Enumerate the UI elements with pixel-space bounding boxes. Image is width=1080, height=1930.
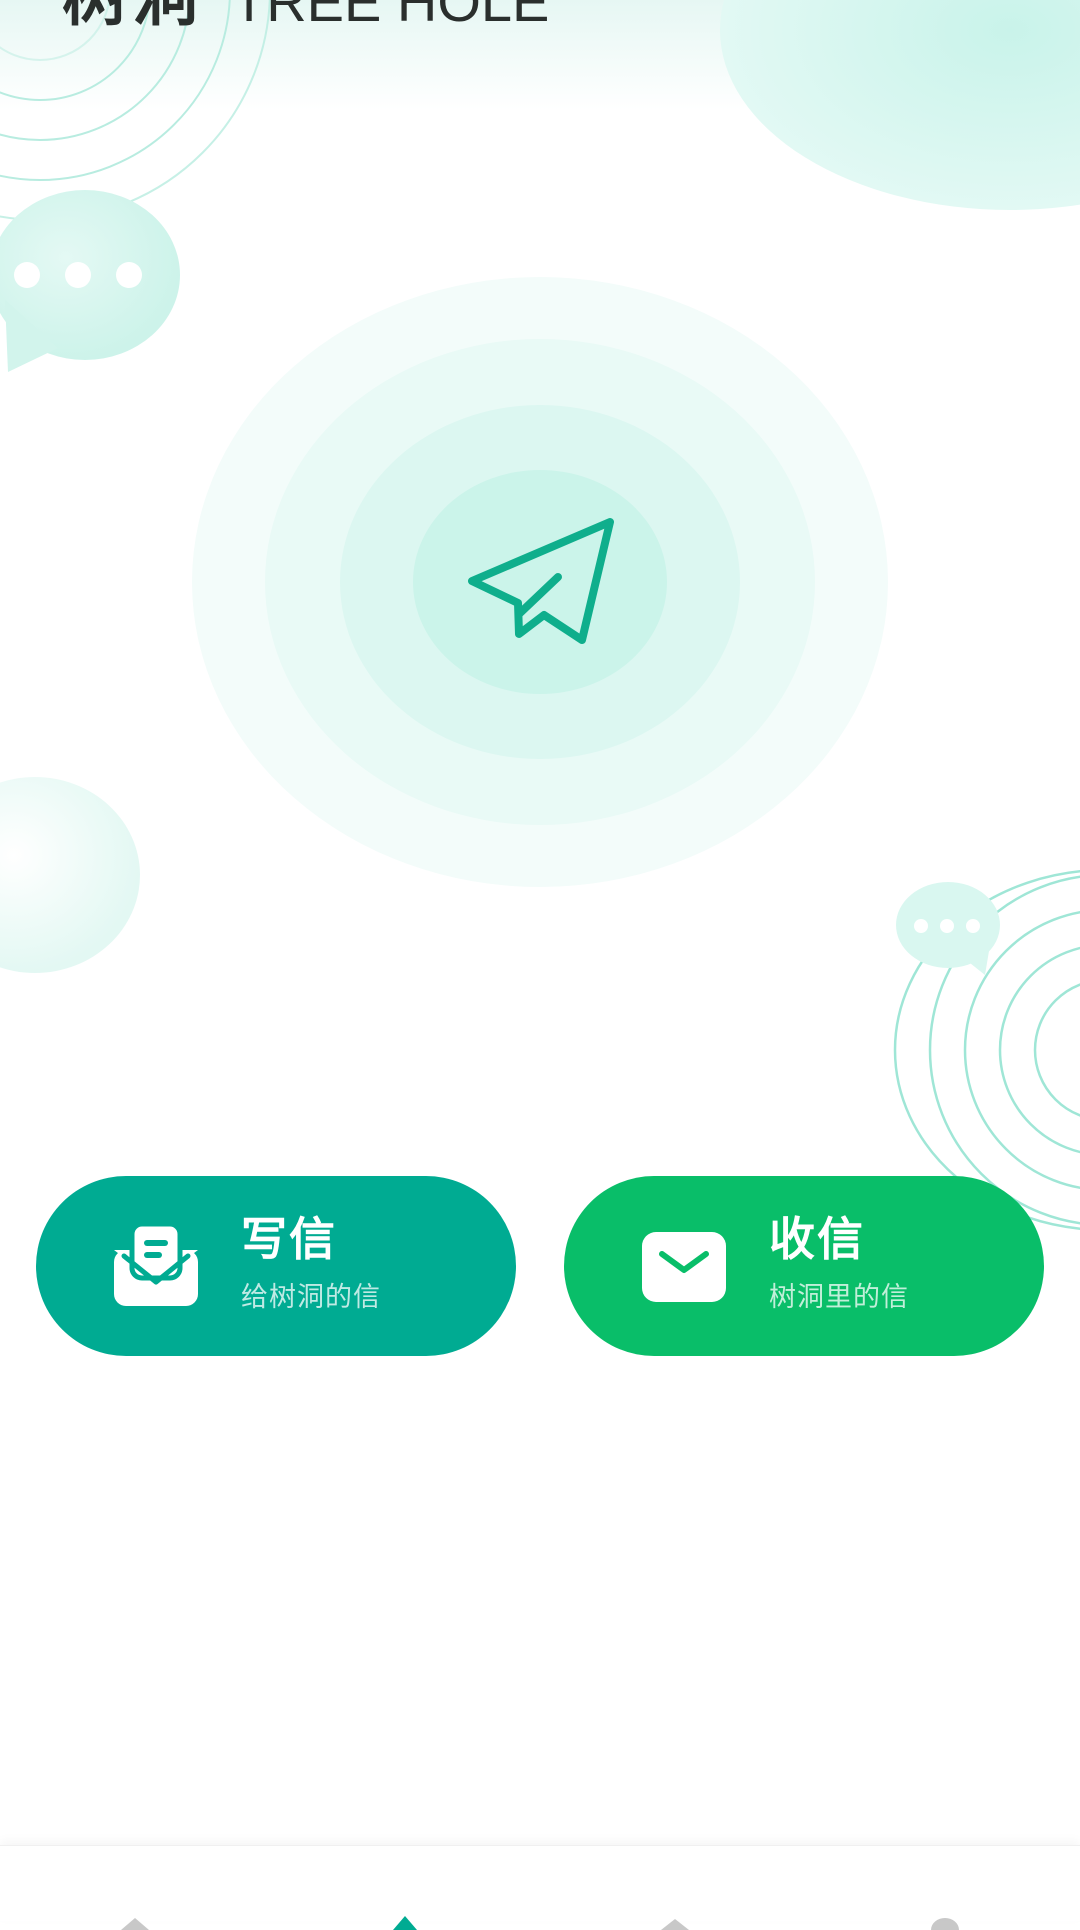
paper-plane-icon[interactable]: [462, 510, 622, 670]
corner-blob: [720, 0, 1080, 210]
write-letter-subtitle: 给树洞的信: [241, 1282, 381, 1313]
write-letter-title: 写信: [241, 1212, 337, 1266]
header: 树洞 TREE HOLE: [62, 0, 549, 30]
soft-bubble-left: [0, 777, 140, 973]
page-title: 树洞: [62, 0, 202, 30]
write-letter-text: 写信 给树洞的信: [241, 1216, 381, 1311]
write-letter-button[interactable]: 写信 给树洞的信: [36, 1176, 516, 1356]
tree-hole-icon[interactable]: [385, 1910, 425, 1930]
bottom-tab-bar: [0, 1845, 1080, 1930]
envelope-icon: [642, 1232, 726, 1302]
chat-bubble-left: [0, 190, 180, 372]
profile-icon[interactable]: [925, 1910, 965, 1930]
receive-letter-title: 收信: [769, 1212, 865, 1266]
message-icon[interactable]: [655, 1910, 695, 1930]
letter-open-icon: [114, 1221, 198, 1306]
chat-bubble-right: [896, 882, 1000, 975]
receive-letter-text: 收信 树洞里的信: [769, 1216, 909, 1311]
home-icon[interactable]: [115, 1910, 155, 1930]
receive-letter-subtitle: 树洞里的信: [769, 1282, 909, 1313]
page-subtitle: TREE HOLE: [232, 0, 550, 33]
receive-letter-button[interactable]: 收信 树洞里的信: [564, 1176, 1044, 1356]
